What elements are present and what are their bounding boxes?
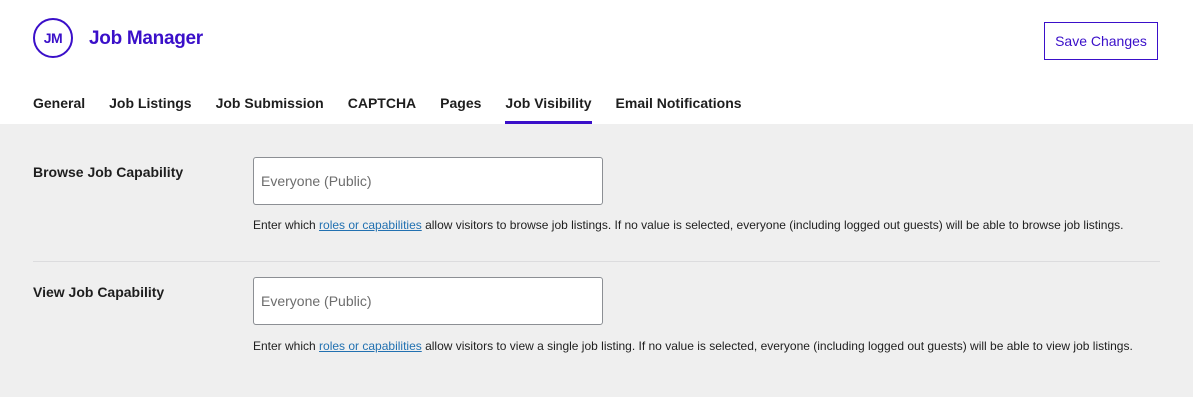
tab-general[interactable]: General <box>33 86 85 124</box>
brand-title: Job Manager <box>89 28 203 49</box>
desc-text: Enter which <box>253 218 320 232</box>
settings-panel: Browse Job Capability Enter which roles … <box>0 124 1193 397</box>
browse-capability-description: Enter which roles or capabilities allow … <box>253 218 1123 232</box>
tab-pages[interactable]: Pages <box>440 86 481 124</box>
browse-capability-label: Browse Job Capability <box>33 164 184 180</box>
desc-text: Enter which <box>253 339 320 353</box>
tab-job-submission[interactable]: Job Submission <box>216 86 324 124</box>
roles-capabilities-link[interactable]: roles or capabilities <box>319 339 422 353</box>
save-changes-button[interactable]: Save Changes <box>1044 22 1158 60</box>
settings-tabs: General Job Listings Job Submission CAPT… <box>33 86 766 124</box>
desc-text: allow visitors to browse job listings. I… <box>421 218 1124 232</box>
tab-job-listings[interactable]: Job Listings <box>109 86 191 124</box>
divider <box>33 261 1160 262</box>
page-header: JM Job Manager Save Changes General Job … <box>0 0 1193 124</box>
job-manager-logo: JM <box>33 18 73 58</box>
tab-email-notifications[interactable]: Email Notifications <box>616 86 742 124</box>
desc-text: allow visitors to view a single job list… <box>421 339 1133 353</box>
roles-capabilities-link[interactable]: roles or capabilities <box>319 218 422 232</box>
browse-capability-input[interactable] <box>253 157 603 205</box>
logo-text: JM <box>43 30 63 46</box>
tab-job-visibility[interactable]: Job Visibility <box>505 86 592 124</box>
tab-captcha[interactable]: CAPTCHA <box>348 86 416 124</box>
view-capability-label: View Job Capability <box>33 284 165 300</box>
view-capability-input[interactable] <box>253 277 603 325</box>
view-capability-description: Enter which roles or capabilities allow … <box>253 339 1133 353</box>
